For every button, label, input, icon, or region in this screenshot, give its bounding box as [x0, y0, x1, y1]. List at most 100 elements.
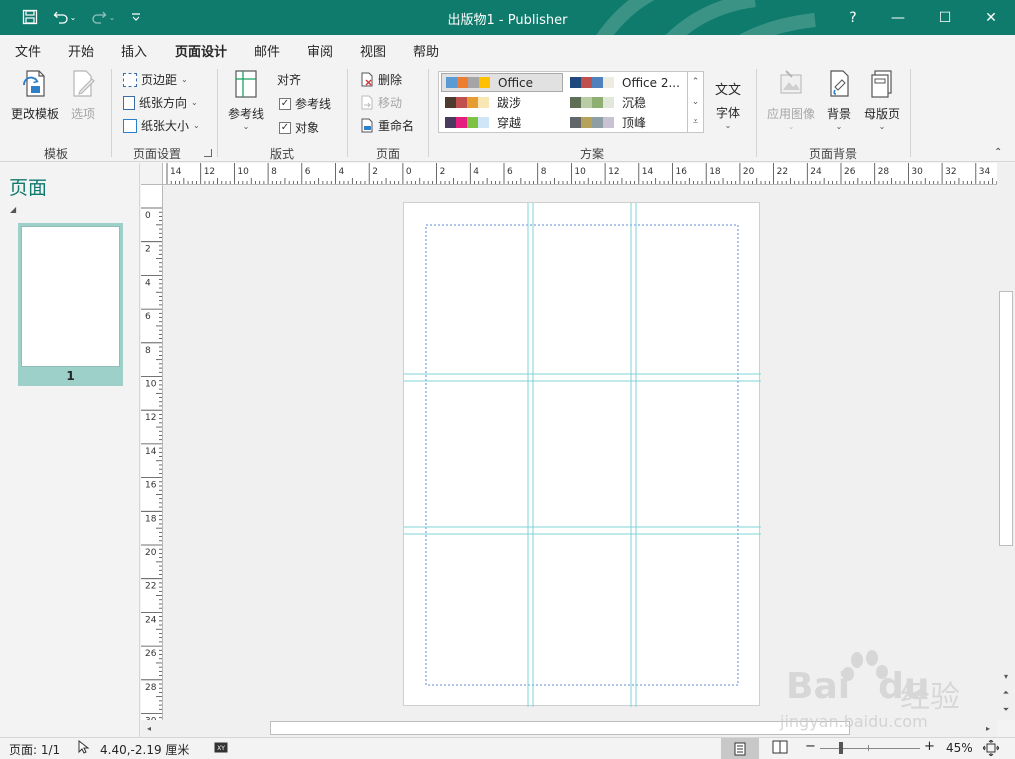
- align-to-guides-label: 参考线: [295, 97, 332, 111]
- zoom-level[interactable]: 45%: [946, 741, 973, 755]
- orientation-button[interactable]: 纸张方向 ⌄: [123, 94, 198, 111]
- ribbon-tabs: 文件 开始 插入 页面设计 邮件 审阅 视图 帮助: [0, 35, 1015, 66]
- collapse-triangle-icon[interactable]: ◢: [10, 205, 16, 214]
- ruler-label: 24: [810, 167, 822, 177]
- group-label-pages: 页面: [375, 147, 400, 161]
- guides-label: 参考线: [227, 107, 264, 121]
- zoom-slider-tick: [868, 745, 869, 751]
- single-page-icon: [734, 742, 746, 755]
- two-page-view-button[interactable]: [772, 740, 788, 757]
- maximize-button[interactable]: ☐: [922, 0, 968, 35]
- ruler-label: 10: [145, 380, 157, 390]
- ruler-label: 8: [271, 167, 277, 177]
- color-scheme-gallery[interactable]: Office Office 2... 跋涉 沉稳 穿越 顶峰: [438, 71, 704, 133]
- background-icon: [830, 70, 849, 97]
- align-to-objects-label: 对象: [295, 121, 320, 135]
- vertical-scroll-thumb[interactable]: [999, 291, 1013, 546]
- zoom-in-button[interactable]: +: [924, 739, 935, 754]
- apply-image-button[interactable]: 应用图像 ⌄: [764, 69, 818, 131]
- page-thumbnail[interactable]: 1: [18, 223, 123, 386]
- tab-page-design[interactable]: 页面设计: [172, 41, 230, 66]
- baidu-watermark: Bai du 经验 jingyan.baidu.com: [780, 650, 1010, 740]
- delete-page-icon: [361, 72, 373, 87]
- ruler-label: 22: [777, 167, 788, 177]
- gallery-scroll-down-icon[interactable]: ⌄: [687, 92, 703, 112]
- page-size-button[interactable]: 纸张大小 ⌄: [123, 117, 200, 134]
- ruler-label: 14: [145, 447, 157, 457]
- delete-page-label: 删除: [378, 73, 403, 87]
- vertical-ruler[interactable]: 024681012141618202224262830: [141, 185, 163, 720]
- ruler-label: 14: [642, 167, 654, 177]
- move-page-button[interactable]: 移动: [360, 94, 402, 111]
- vertical-scrollbar[interactable]: ▾ ⏶ ⏷: [997, 163, 1015, 720]
- template-options-label: 选项: [70, 107, 95, 121]
- rename-page-button[interactable]: 重命名: [360, 117, 414, 134]
- change-template-label: 更改模板: [10, 107, 59, 121]
- move-page-icon: [361, 95, 373, 110]
- gallery-scroll-up-icon[interactable]: ⌃: [687, 72, 703, 92]
- chevron-down-icon: ⌄: [787, 122, 795, 131]
- two-page-icon: [772, 740, 788, 754]
- title-bar: ⌄ ⌄ 出版物1 - Publisher ? — ☐ ✕: [0, 0, 1015, 35]
- ruler-label: 16: [145, 481, 157, 491]
- scheme-traverse[interactable]: 穿越: [441, 113, 563, 132]
- scheme-sober[interactable]: 沉稳: [566, 93, 688, 112]
- orientation-icon: [123, 95, 135, 110]
- template-options-button[interactable]: 选项: [66, 69, 100, 122]
- scroll-left-icon[interactable]: ◂: [141, 720, 157, 736]
- horizontal-scroll-thumb[interactable]: [270, 721, 850, 735]
- align-to-guides-checkbox[interactable]: ✓ 参考线: [279, 95, 331, 112]
- gallery-more-icon[interactable]: ⩡: [687, 112, 703, 132]
- ruler-label: 34: [979, 167, 991, 177]
- zoom-out-button[interactable]: −: [805, 739, 816, 754]
- group-label-page-background: 页面背景: [808, 147, 857, 161]
- scheme-summit[interactable]: 顶峰: [566, 113, 688, 132]
- delete-page-button[interactable]: 删除: [360, 71, 402, 88]
- change-template-button[interactable]: 更改模板: [8, 69, 62, 122]
- ruler-label: 6: [507, 167, 513, 177]
- horizontal-ruler[interactable]: 14 12 10 8 6 4 2 0 2 4 6 8 10 12 14 16 18 20 22 24 26 28 30 32 3…: [163, 163, 997, 185]
- ruler-label: 28: [145, 683, 157, 693]
- scheme-trek[interactable]: 跋涉: [441, 93, 563, 112]
- ruler-label: 20: [743, 167, 755, 177]
- background-button[interactable]: 背景 ⌄: [823, 69, 855, 131]
- scheme-office-2[interactable]: Office 2...: [566, 73, 688, 92]
- background-label: 背景: [826, 107, 851, 121]
- scheme-office[interactable]: Office: [441, 73, 563, 92]
- single-page-view-button[interactable]: [721, 738, 759, 759]
- tab-review[interactable]: 审阅: [307, 41, 333, 60]
- status-bar: 页面: 1/1 4.40,-2.19 厘米 XY − + 45%: [0, 737, 1015, 759]
- ruler-label: 2: [145, 245, 151, 255]
- tab-view[interactable]: 视图: [360, 41, 386, 60]
- cursor-position-icon: [78, 739, 90, 757]
- master-page-button[interactable]: 母版页 ⌄: [860, 69, 904, 131]
- workspace-canvas[interactable]: [163, 186, 997, 720]
- zoom-slider-thumb[interactable]: [839, 742, 843, 754]
- page-indicator[interactable]: 页面: 1/1: [9, 741, 60, 758]
- zoom-slider[interactable]: [820, 748, 920, 749]
- close-button[interactable]: ✕: [968, 0, 1014, 35]
- group-separator: [428, 69, 429, 157]
- ruler-label: 22: [145, 582, 156, 592]
- publication-page[interactable]: [403, 202, 761, 707]
- guides-button[interactable]: 参考线 ⌄: [225, 69, 267, 131]
- minimize-button[interactable]: —: [875, 0, 921, 35]
- collapse-ribbon-icon[interactable]: ⌃: [994, 147, 1002, 158]
- ruler-label: 6: [305, 167, 311, 177]
- page-thumbnail-preview: [21, 226, 120, 367]
- scheme-fonts-button[interactable]: 文文 字体 ⌄: [711, 79, 745, 130]
- tab-mailings[interactable]: 邮件: [254, 41, 280, 60]
- group-label-schemes: 方案: [579, 147, 604, 161]
- tab-home[interactable]: 开始: [68, 41, 94, 60]
- margins-button[interactable]: 页边距 ⌄: [123, 71, 188, 88]
- rename-page-label: 重命名: [378, 119, 415, 133]
- tab-help[interactable]: 帮助: [413, 41, 439, 60]
- watermark-cn: 经验: [900, 680, 960, 715]
- align-to-objects-checkbox[interactable]: ✓ 对象: [279, 119, 319, 136]
- tab-insert[interactable]: 插入: [121, 41, 147, 60]
- page-setup-launcher-icon[interactable]: [204, 149, 212, 157]
- tab-file[interactable]: 文件: [15, 41, 41, 60]
- help-button[interactable]: ?: [830, 0, 876, 35]
- guides-icon: [235, 70, 257, 98]
- fit-page-icon[interactable]: [982, 739, 1000, 759]
